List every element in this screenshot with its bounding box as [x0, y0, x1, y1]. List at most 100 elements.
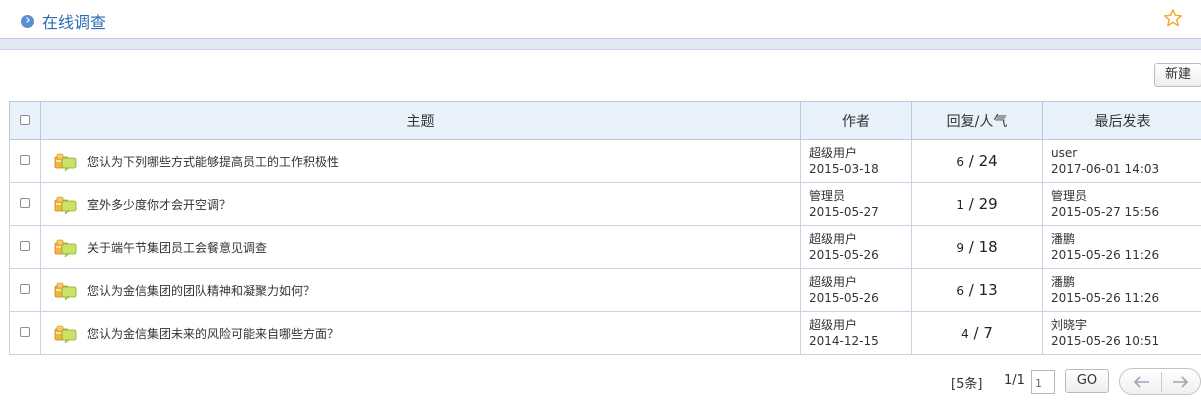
reply-count: 6 [956, 155, 964, 169]
last-post-time: 2015-05-26 11:26 [1051, 291, 1160, 305]
page-title: 在线调查 [42, 13, 107, 32]
favorite-star-icon[interactable] [1163, 8, 1183, 28]
author-cell: 超级用户 2015-03-18 [800, 139, 912, 183]
last-post-user: 刘晓宇 [1051, 318, 1088, 332]
row-checkbox[interactable] [20, 241, 30, 251]
topic-link[interactable]: 室外多少度你才会开空调？ [87, 196, 231, 213]
view-count: 24 [978, 152, 998, 170]
post-date: 2015-03-18 [809, 162, 879, 176]
page-indicator: 1/1 [1004, 373, 1025, 388]
topic-cell: 室外多少度你才会开空调？ [40, 182, 801, 226]
reply-count: 1 [956, 198, 964, 212]
topic-cell: 您认为金信集团的团队精神和凝聚力如何？ [40, 268, 801, 312]
last-post-cell: 潘鹏 2015-05-26 11:26 [1042, 225, 1201, 269]
view-count: 29 [978, 195, 998, 213]
reply-count: 9 [956, 241, 964, 255]
survey-topic-icon [54, 325, 77, 343]
last-post-time: 2015-05-26 10:51 [1051, 334, 1160, 348]
row-select-cell [9, 311, 41, 355]
reply-separator: / [968, 324, 984, 342]
last-post-user: user [1051, 146, 1078, 160]
last-post-cell: 管理员 2015-05-27 15:56 [1042, 182, 1201, 226]
survey-topic-icon [54, 153, 77, 171]
survey-topic-icon [54, 282, 77, 300]
table-header-row: 主题 作者 回复/人气 最后发表 [9, 101, 1201, 140]
topic-link[interactable]: 您认为金信集团未来的风险可能来自哪些方面？ [87, 325, 339, 342]
post-date: 2014-12-15 [809, 334, 879, 348]
topic-link[interactable]: 您认为金信集团的团队精神和凝聚力如何？ [87, 282, 315, 299]
arrow-left-icon[interactable] [1132, 374, 1152, 390]
last-post-cell: 刘晓宇 2015-05-26 10:51 [1042, 311, 1201, 355]
last-post-cell: 潘鹏 2015-05-26 11:26 [1042, 268, 1201, 312]
pagination: [5条] 1/1 1 GO [0, 368, 1201, 398]
row-checkbox[interactable] [20, 327, 30, 337]
author-cell: 管理员 2015-05-27 [800, 182, 912, 226]
table-row[interactable]: 关于端午节集团员工会餐意见调查 超级用户 2015-05-26 9 / 18 潘鹏 201… [9, 225, 1201, 269]
reply-separator: / [963, 195, 979, 213]
last-post-time: 2015-05-27 15:56 [1051, 205, 1160, 219]
survey-topic-icon [54, 196, 77, 214]
column-header-last-post[interactable]: 最后发表 [1042, 101, 1201, 140]
arrow-right-icon[interactable] [1170, 374, 1190, 390]
go-button[interactable]: GO [1065, 369, 1109, 393]
topic-link[interactable]: 关于端午节集团员工会餐意见调查 [87, 239, 267, 256]
last-post-time: 2017-06-01 14:03 [1051, 162, 1160, 176]
table-row[interactable]: 您认为金信集团的团队精神和凝聚力如何？ 超级用户 2015-05-26 6 / 13 潘… [9, 268, 1201, 312]
record-count: [5条] [951, 377, 983, 392]
select-all-checkbox[interactable] [20, 114, 30, 125]
last-post-user: 潘鹏 [1051, 275, 1076, 289]
replies-cell: 9 / 18 [911, 225, 1043, 269]
column-header-replies[interactable]: 回复/人气 [911, 101, 1043, 140]
reply-count: 4 [961, 327, 969, 341]
row-checkbox[interactable] [20, 155, 30, 165]
view-count: 18 [978, 238, 998, 256]
last-post-user: 管理员 [1051, 189, 1088, 203]
page-header: 在线调查 [0, 0, 1201, 38]
row-checkbox[interactable] [20, 284, 30, 294]
chevron-right-circle-icon [21, 14, 34, 28]
table-row[interactable]: 室外多少度你才会开空调？ 管理员 2015-05-27 1 / 29 管理员 2015-0… [9, 182, 1201, 226]
author-cell: 超级用户 2015-05-26 [800, 268, 912, 312]
survey-table: 主题 作者 回复/人气 最后发表 您认为下列哪些方式能够提高员工的工作积极性超级… [9, 101, 1201, 355]
survey-topic-icon [54, 239, 77, 257]
last-post-cell: user 2017-06-01 14:03 [1042, 139, 1201, 183]
reply-count: 6 [956, 284, 964, 298]
author-name: 超级用户 [809, 275, 858, 289]
topic-link[interactable]: 您认为下列哪些方式能够提高员工的工作积极性 [87, 153, 339, 170]
replies-cell: 6 / 24 [911, 139, 1043, 183]
page-number-input[interactable]: 1 [1031, 370, 1055, 394]
author-name: 超级用户 [809, 146, 858, 160]
view-count: 7 [983, 324, 993, 342]
new-button[interactable]: 新建 [1154, 63, 1201, 87]
view-count: 13 [978, 281, 998, 299]
column-header-topic[interactable]: 主题 [40, 101, 801, 140]
nav-divider [1161, 372, 1162, 392]
reply-separator: / [963, 281, 979, 299]
table-row[interactable]: 您认为金信集团未来的风险可能来自哪些方面？ 超级用户 2014-12-15 4 / 7… [9, 311, 1201, 355]
header-divider-band [0, 38, 1201, 50]
post-date: 2015-05-26 [809, 291, 879, 305]
author-cell: 超级用户 2014-12-15 [800, 311, 912, 355]
page-nav-group [1119, 368, 1201, 395]
replies-cell: 6 / 13 [911, 268, 1043, 312]
author-name: 超级用户 [809, 232, 858, 246]
column-header-author[interactable]: 作者 [800, 101, 912, 140]
author-cell: 超级用户 2015-05-26 [800, 225, 912, 269]
table-row[interactable]: 您认为下列哪些方式能够提高员工的工作积极性 超级用户 2015-03-18 6 / 2… [9, 139, 1201, 183]
topic-cell: 关于端午节集团员工会餐意见调查 [40, 225, 801, 269]
replies-cell: 1 / 29 [911, 182, 1043, 226]
select-all-cell [9, 101, 41, 140]
row-select-cell [9, 225, 41, 269]
post-date: 2015-05-26 [809, 248, 879, 262]
post-date: 2015-05-27 [809, 205, 879, 219]
author-name: 超级用户 [809, 318, 858, 332]
last-post-time: 2015-05-26 11:26 [1051, 248, 1160, 262]
row-select-cell [9, 182, 41, 226]
page-title-group: 在线调查 [21, 9, 106, 33]
row-select-cell [9, 268, 41, 312]
topic-cell: 您认为金信集团未来的风险可能来自哪些方面？ [40, 311, 801, 355]
last-post-user: 潘鹏 [1051, 232, 1076, 246]
row-checkbox[interactable] [20, 198, 30, 208]
row-select-cell [9, 139, 41, 183]
author-name: 管理员 [809, 189, 846, 203]
